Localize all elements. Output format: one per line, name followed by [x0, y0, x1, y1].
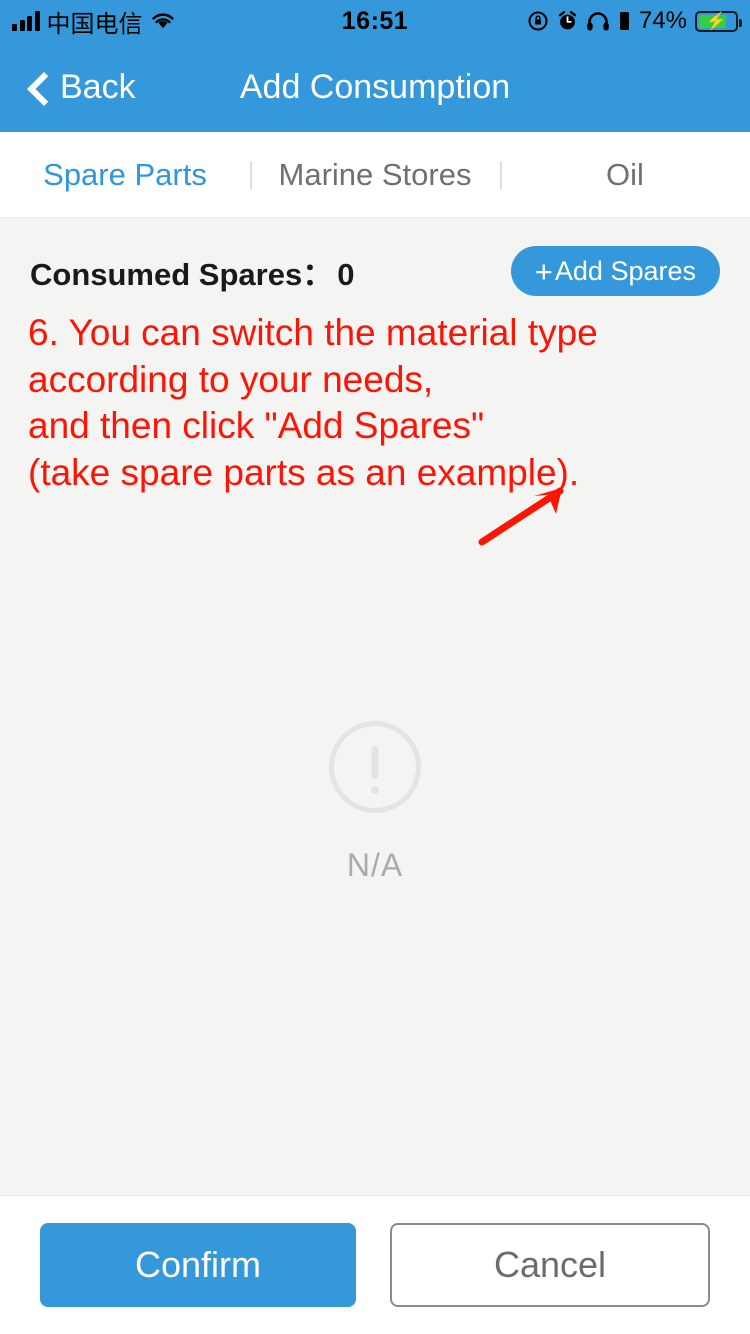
cancel-button[interactable]: Cancel	[390, 1223, 710, 1307]
app-screen: 中国电信 16:51 74% ⚡ Back Add Consumption Sp…	[0, 0, 750, 1334]
status-bar: 中国电信 16:51 74% ⚡	[0, 0, 750, 42]
charging-battery-icon: ⚡	[695, 10, 742, 32]
back-button-label: Back	[60, 67, 136, 106]
alarm-clock-icon	[558, 11, 577, 30]
exclamation-circle-icon	[329, 721, 421, 813]
content-area: Consumed Spares： 0 + Add Spares 6. You can…	[0, 218, 750, 1195]
consumed-spares-label: Consumed Spares： 0	[30, 249, 354, 294]
empty-state-label: N/A	[346, 847, 404, 883]
tab-bar: Spare Parts Marine Stores Oil	[0, 132, 750, 218]
rotation-lock-icon	[528, 11, 548, 31]
confirm-button[interactable]: Confirm	[40, 1223, 356, 1307]
tab-spare-parts[interactable]: Spare Parts	[0, 157, 250, 193]
nav-bar: Back Add Consumption	[0, 42, 750, 132]
chevron-left-icon	[26, 75, 50, 99]
plus-icon: +	[534, 253, 553, 289]
back-button[interactable]: Back	[0, 68, 136, 107]
tab-marine-stores[interactable]: Marine Stores	[250, 157, 500, 193]
consumed-spares-count: 0	[337, 256, 355, 292]
empty-state: N/A	[0, 721, 750, 884]
device-battery-icon	[619, 12, 629, 30]
headphones-icon	[587, 12, 609, 31]
consumed-row: Consumed Spares： 0 + Add Spares	[0, 218, 750, 296]
footer-action-bar: Confirm Cancel	[0, 1195, 750, 1334]
annotation-text: 6. You can switch the material type acco…	[28, 312, 598, 493]
clock-label: 16:51	[341, 6, 409, 35]
tab-oil[interactable]: Oil	[500, 157, 750, 193]
battery-percent-label: 74%	[638, 7, 687, 34]
status-bar-right: 74% ⚡	[527, 0, 742, 42]
consumed-spares-text: Consumed Spares：	[30, 256, 334, 292]
add-spares-button-label: Add Spares	[554, 255, 696, 286]
add-spares-button[interactable]: + Add Spares	[510, 246, 720, 296]
